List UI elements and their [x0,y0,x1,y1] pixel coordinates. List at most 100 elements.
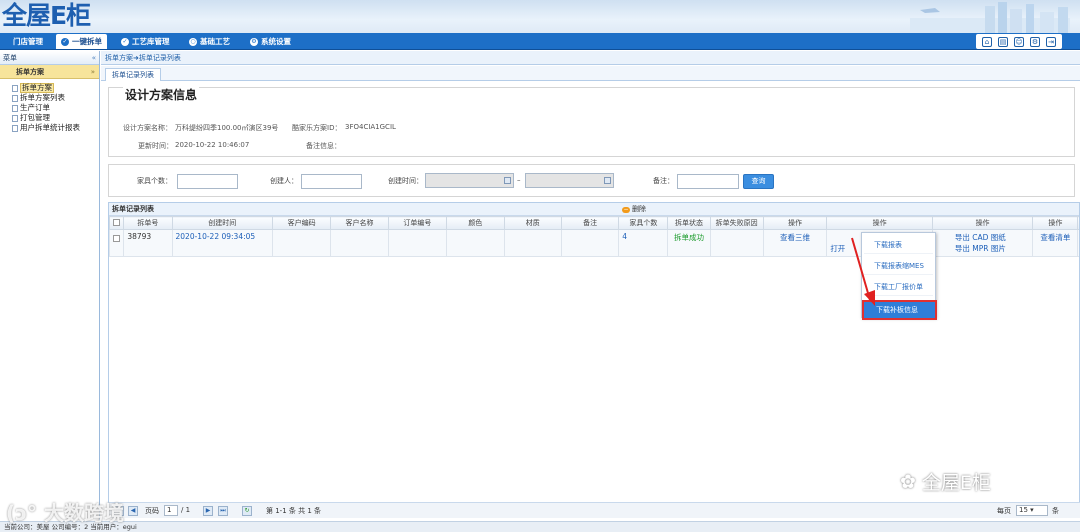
design-info-title: 设计方案信息 [123,86,200,103]
prev-page-icon[interactable]: ◀ [128,506,138,516]
per-page-unit: 条 [1052,507,1059,515]
material-cell [503,229,562,257]
updated-time-label: 更新时间： [138,142,173,150]
column-header[interactable]: 家具个数 [618,216,669,230]
view-3d-link[interactable]: 查看三维 [762,229,828,257]
sidebar-item-user-report[interactable]: 用户拆单统计报表 [12,123,99,133]
column-header[interactable]: 拆单号 [123,216,173,230]
creator-input[interactable] [301,174,362,189]
column-header[interactable]: 颜色 [446,216,505,230]
sidebar-section[interactable]: 拆单方案 » [0,65,99,79]
column-header[interactable]: 创建时间 [171,216,273,230]
menu-label: 门店管理 [13,37,43,46]
column-header[interactable]: 操作 [762,216,828,230]
sidebar-item-label: 拆单方案 [20,83,54,93]
menu-one-click-split[interactable]: ✓ 一键拆单 [56,34,107,49]
settings-icon: ⚙ [250,37,258,46]
split-status-cell: 拆单成功 [667,229,711,257]
updated-time-value: 2020-10-22 10:46:07 [175,141,250,149]
sidebar-section-label: 拆单方案 [16,68,44,76]
process-icon: ○ [189,37,197,46]
menu-store-management[interactable]: 门店管理 [8,34,48,49]
page-label: 页码 [145,507,159,515]
start-date-input[interactable] [425,173,514,188]
column-header[interactable]: 备注 [560,216,620,230]
export-cad-link[interactable]: 导出 CAD 图纸 [955,232,1029,243]
watermark-right-text: 全屋E柜 [921,472,991,494]
furniture-count-input[interactable] [177,174,238,189]
page-input[interactable]: 1 [164,505,178,516]
tab-split-record-list[interactable]: 拆单记录列表 [105,68,161,81]
column-header[interactable]: 订单编号 [387,216,448,230]
view-list-link[interactable]: 查看清单 [1032,229,1079,257]
watermark-right: ✿ 全屋E柜 [900,468,991,495]
column-header[interactable]: 操作 [1032,216,1079,230]
column-header[interactable]: 拆单失败原因 [709,216,764,230]
remark-input[interactable] [677,174,739,189]
total-pages: / 1 [181,506,191,514]
export-mpr-link[interactable]: 导出 MPR 图片 [955,243,1029,254]
section-toggle-icon[interactable]: » [91,65,95,79]
customer-name-cell [330,229,389,257]
column-header[interactable]: 客户名称 [330,216,389,230]
created-time-label: 创建时间： [388,177,423,185]
user-icon[interactable]: ☺ [1014,36,1024,47]
column-header[interactable]: 客户编码 [271,216,332,230]
next-page-icon[interactable]: ▶ [203,506,213,516]
gear-icon[interactable]: ⚙ [1030,36,1040,47]
end-date-input[interactable] [525,173,614,188]
pointer-arrow [851,237,875,306]
design-id-label: 酷家乐方案ID： [292,124,342,132]
menu-system-settings[interactable]: ⚙ 系统设置 [245,34,296,49]
last-page-icon[interactable]: ⏭ [218,506,228,516]
remark-label: 备注信息： [306,142,341,150]
pagination-bar: ⏮ ◀ 页码 1 / 1 ▶ ⏭ ↻ 第 1-1 条 共 1 条 每页 15 ▾… [108,502,1080,518]
grid-title: 拆单记录列表 [112,205,154,213]
sidebar-item-label: 生产订单 [20,103,50,112]
delete-label: 删除 [632,205,646,213]
sidebar-item-label: 拆单方案列表 [20,93,65,102]
date-range-separator: – [517,176,521,184]
file-icon [12,84,18,92]
sidebar-item-packing[interactable]: 打包管理 [12,113,99,123]
message-icon[interactable]: ▤ [998,36,1008,47]
top-toolbar: ⌂ ▤ ☺ ⚙ ⇥ [976,34,1062,49]
design-name-value: 万科缇纷四季100.00㎡演区39号 [175,124,279,132]
customer-code-cell [271,229,332,257]
delete-button[interactable]: − 删除 [622,203,646,216]
refresh-icon[interactable]: ↻ [242,506,252,516]
remark-filter-label: 备注： [653,177,674,185]
app-logo: 全屋E柜 [2,1,91,30]
column-header[interactable]: 操作 [826,216,933,230]
sidebar-item-split-plan[interactable]: 拆单方案 [12,83,99,93]
watermark-logo-icon: (ↄ° [6,501,37,525]
check-icon: ✓ [61,37,69,46]
order-no-cell [387,229,448,257]
column-header[interactable]: 材质 [503,216,562,230]
sidebar-item-production-order[interactable]: 生产订单 [12,103,99,113]
delete-icon: − [622,205,630,213]
breadcrumb[interactable]: 拆单方案➜拆单记录列表 [101,51,1080,65]
sidebar-item-split-plan-list[interactable]: 拆单方案列表 [12,93,99,103]
select-all-header[interactable] [109,216,125,230]
row-select-cell[interactable] [109,229,125,257]
column-header[interactable]: 操作 [931,216,1034,230]
home-icon[interactable]: ⌂ [982,36,992,47]
row-checkbox[interactable] [113,235,121,242]
collapse-sidebar-icon[interactable]: « [92,51,96,65]
exit-icon[interactable]: ⇥ [1046,36,1056,47]
menu-basic-process[interactable]: ○ 基础工艺 [184,34,235,49]
menu-process-library[interactable]: ✓ 工艺库管理 [116,34,175,49]
search-panel: 家具个数： 创建人： 创建时间： – 备注： [108,164,1075,197]
remark-cell [560,229,620,257]
per-page-label: 每页 [997,507,1011,515]
status-bar: 当前公司：美屋 公司编号：2 当前用户：egui [0,521,1080,532]
calendar-icon[interactable] [504,177,511,184]
query-button[interactable]: 查询 [743,174,774,189]
calendar-icon[interactable] [604,177,611,184]
select-all-checkbox[interactable] [113,218,121,226]
split-id-cell: 38793 [123,229,173,257]
per-page-select[interactable]: 15 ▾ [1016,505,1048,516]
column-header[interactable]: 拆单状态 [667,216,711,230]
created-time-cell: 2020-10-22 09:34:05 [171,229,273,257]
